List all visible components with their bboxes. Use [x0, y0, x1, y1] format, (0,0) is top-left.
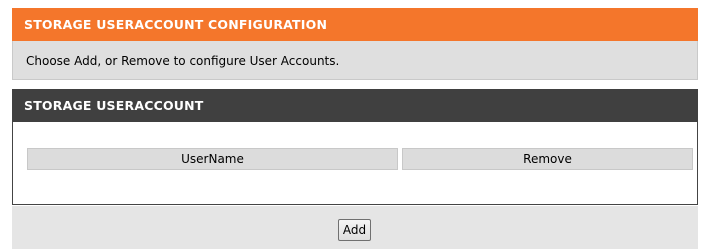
- column-header-remove: Remove: [402, 148, 693, 170]
- user-account-title: STORAGE USERACCOUNT: [12, 89, 698, 122]
- user-account-panel: STORAGE USERACCOUNT UserName Remove: [12, 89, 698, 205]
- add-button[interactable]: Add: [338, 219, 371, 241]
- column-header-username: UserName: [27, 148, 398, 170]
- configuration-description: Choose Add, or Remove to configure User …: [26, 54, 340, 68]
- action-bar: Add: [12, 206, 698, 249]
- configuration-panel: STORAGE USERACCOUNT CONFIGURATION Choose…: [12, 8, 698, 80]
- user-account-table: UserName Remove: [27, 148, 693, 170]
- configuration-title: STORAGE USERACCOUNT CONFIGURATION: [12, 8, 698, 41]
